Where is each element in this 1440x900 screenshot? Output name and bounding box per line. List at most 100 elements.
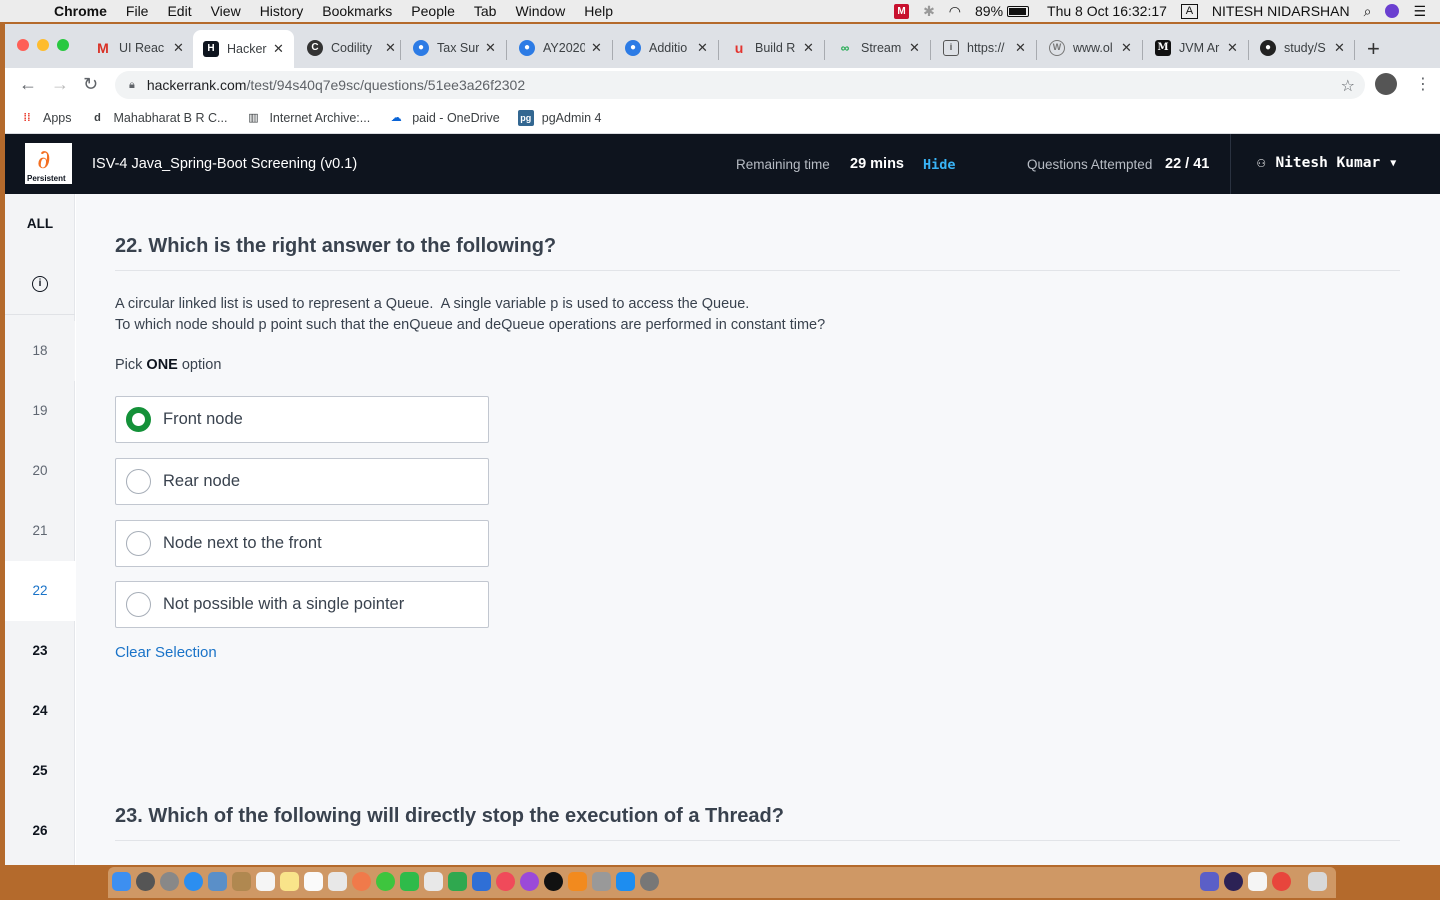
sidebar-question-24[interactable]: 24 <box>5 681 75 741</box>
notes-icon[interactable] <box>280 872 299 891</box>
sidebar-question-19[interactable]: 19 <box>5 381 75 441</box>
option-node-next-to-front[interactable]: Node next to the front <box>115 520 489 567</box>
option-rear-node[interactable]: Rear node <box>115 458 489 505</box>
menu-help[interactable]: Help <box>584 3 613 19</box>
tab-stream[interactable]: ∞ Stream ✕ <box>837 36 920 60</box>
close-tab-icon[interactable]: ✕ <box>1334 40 1345 56</box>
calendar-icon[interactable] <box>256 872 275 891</box>
battery-icon[interactable] <box>1007 5 1030 17</box>
tab-ay2020[interactable]: ● AY2020 ✕ <box>519 36 602 60</box>
siri-icon[interactable] <box>1385 4 1400 18</box>
tab-codility[interactable]: C Codility ✕ <box>307 36 396 60</box>
bookmark-apps[interactable]: ⁞⁞ Apps <box>19 110 71 126</box>
radio-selected[interactable] <box>126 407 151 432</box>
messages-icon[interactable] <box>376 872 395 891</box>
sidebar-all[interactable]: ALL <box>5 194 75 254</box>
keynote-stand-icon[interactable] <box>472 872 491 891</box>
teams-icon[interactable] <box>1200 872 1219 891</box>
sidebar-question-22[interactable]: 22 <box>5 561 75 621</box>
close-tab-icon[interactable]: ✕ <box>909 40 920 56</box>
input-source-icon[interactable]: A <box>1180 3 1198 19</box>
notification-center-icon[interactable]: ☰ <box>1413 3 1426 20</box>
close-tab-icon[interactable]: ✕ <box>697 40 708 56</box>
tab-https[interactable]: i https:// ✕ <box>943 36 1026 60</box>
close-tab-icon[interactable]: ✕ <box>173 40 184 56</box>
reload-icon[interactable]: ↻ <box>83 74 98 95</box>
eclipse-icon[interactable] <box>1224 872 1243 891</box>
address-bar[interactable]: 🔒︎ hackerrank.com /test/94s40q7e9sc/ques… <box>115 71 1365 99</box>
tab-hackerrank[interactable]: H Hacker ✕ <box>193 30 294 68</box>
tab-github[interactable]: ● study/S ✕ <box>1260 36 1345 60</box>
rocket-icon[interactable] <box>160 872 179 891</box>
hide-timer-button[interactable]: Hide <box>923 157 956 173</box>
profile-avatar[interactable] <box>1375 73 1397 95</box>
close-tab-icon[interactable]: ✕ <box>803 40 814 56</box>
menu-tab[interactable]: Tab <box>474 3 497 19</box>
menu-bookmarks[interactable]: Bookmarks <box>322 3 392 19</box>
radio-unselected[interactable] <box>126 592 151 617</box>
tab-build[interactable]: u Build R ✕ <box>731 36 814 60</box>
menu-edit[interactable]: Edit <box>167 3 191 19</box>
chrome-icon[interactable] <box>1272 872 1291 891</box>
close-tab-icon[interactable]: ✕ <box>1121 40 1132 56</box>
sidebar-question-25[interactable]: 25 <box>5 741 75 801</box>
apple-tv-icon[interactable] <box>544 872 563 891</box>
close-tab-icon[interactable]: ✕ <box>1015 40 1026 56</box>
bookmark-internet-archive[interactable]: ▥ Internet Archive:... <box>245 110 370 126</box>
bookmark-onedrive[interactable]: ☁ paid - OneDrive <box>388 110 500 126</box>
bluetooth-icon[interactable]: ✱ <box>923 3 935 20</box>
scripts-icon[interactable] <box>592 872 611 891</box>
menu-history[interactable]: History <box>260 3 304 19</box>
numbers-icon[interactable] <box>448 872 467 891</box>
lock-icon[interactable]: 🔒︎ <box>129 79 135 92</box>
user-menu[interactable]: ⚇ Nitesh Kumar ▼ <box>1257 155 1396 171</box>
preview-icon[interactable] <box>208 872 227 891</box>
radio-unselected[interactable] <box>126 469 151 494</box>
photos-icon[interactable] <box>328 872 347 891</box>
system-preferences-icon[interactable] <box>640 872 659 891</box>
sidebar-question-26[interactable]: 26 <box>5 801 75 861</box>
close-tab-icon[interactable]: ✕ <box>273 41 284 57</box>
chrome-menu-icon[interactable]: ⋮ <box>1415 74 1431 94</box>
mcafee-icon[interactable]: M <box>894 3 910 19</box>
keynote-icon[interactable] <box>424 872 443 891</box>
launchpad-icon[interactable] <box>136 872 155 891</box>
user-name[interactable]: NITESH NIDARSHAN <box>1212 3 1350 19</box>
bookmark-mahabharat[interactable]: d Mahabharat B R C... <box>90 110 227 126</box>
safari-icon[interactable] <box>184 872 203 891</box>
wifi-icon[interactable]: ◠ <box>949 3 961 20</box>
zoom-window-button[interactable] <box>57 39 69 51</box>
tab-tax-summary[interactable]: ● Tax Sur ✕ <box>413 36 496 60</box>
close-tab-icon[interactable]: ✕ <box>591 40 602 56</box>
sidebar-question-23[interactable]: 23 <box>5 621 75 681</box>
menu-app-name[interactable]: Chrome <box>54 3 107 19</box>
tab-additional[interactable]: ● Additio ✕ <box>625 36 708 60</box>
minimize-window-button[interactable] <box>37 39 49 51</box>
sidebar-question-18[interactable]: 18 <box>5 321 75 381</box>
bookmark-pgadmin[interactable]: pg pgAdmin 4 <box>517 109 602 126</box>
spotlight-search-icon[interactable]: ⌕ <box>1364 3 1372 20</box>
bookmark-star-icon[interactable]: ☆ <box>1341 76 1355 96</box>
reminders-icon[interactable] <box>304 872 323 891</box>
sidebar-question-21[interactable]: 21 <box>5 501 75 561</box>
photos-flower-icon[interactable] <box>352 872 371 891</box>
clear-selection-link[interactable]: Clear Selection <box>115 644 217 661</box>
textedit-icon[interactable] <box>1248 872 1267 891</box>
close-tab-icon[interactable]: ✕ <box>485 40 496 56</box>
menu-file[interactable]: File <box>126 3 149 19</box>
back-arrow-icon[interactable]: ← <box>19 74 37 95</box>
close-tab-icon[interactable]: ✕ <box>385 40 396 56</box>
menu-window[interactable]: Window <box>515 3 565 19</box>
books-icon[interactable] <box>568 872 587 891</box>
option-not-possible[interactable]: Not possible with a single pointer <box>115 581 489 628</box>
contacts-icon[interactable] <box>232 872 251 891</box>
clock[interactable]: Thu 8 Oct 16:32:17 <box>1047 3 1167 19</box>
new-tab-button[interactable]: + <box>1367 36 1380 62</box>
option-front-node[interactable]: Front node <box>115 396 489 443</box>
music-icon[interactable] <box>496 872 515 891</box>
tab-ui-react[interactable]: M UI Reac ✕ <box>95 36 184 60</box>
menu-people[interactable]: People <box>411 3 455 19</box>
facetime-icon[interactable] <box>400 872 419 891</box>
close-tab-icon[interactable]: ✕ <box>1227 40 1238 56</box>
tab-jvm[interactable]: M JVM Ar ✕ <box>1155 36 1238 60</box>
